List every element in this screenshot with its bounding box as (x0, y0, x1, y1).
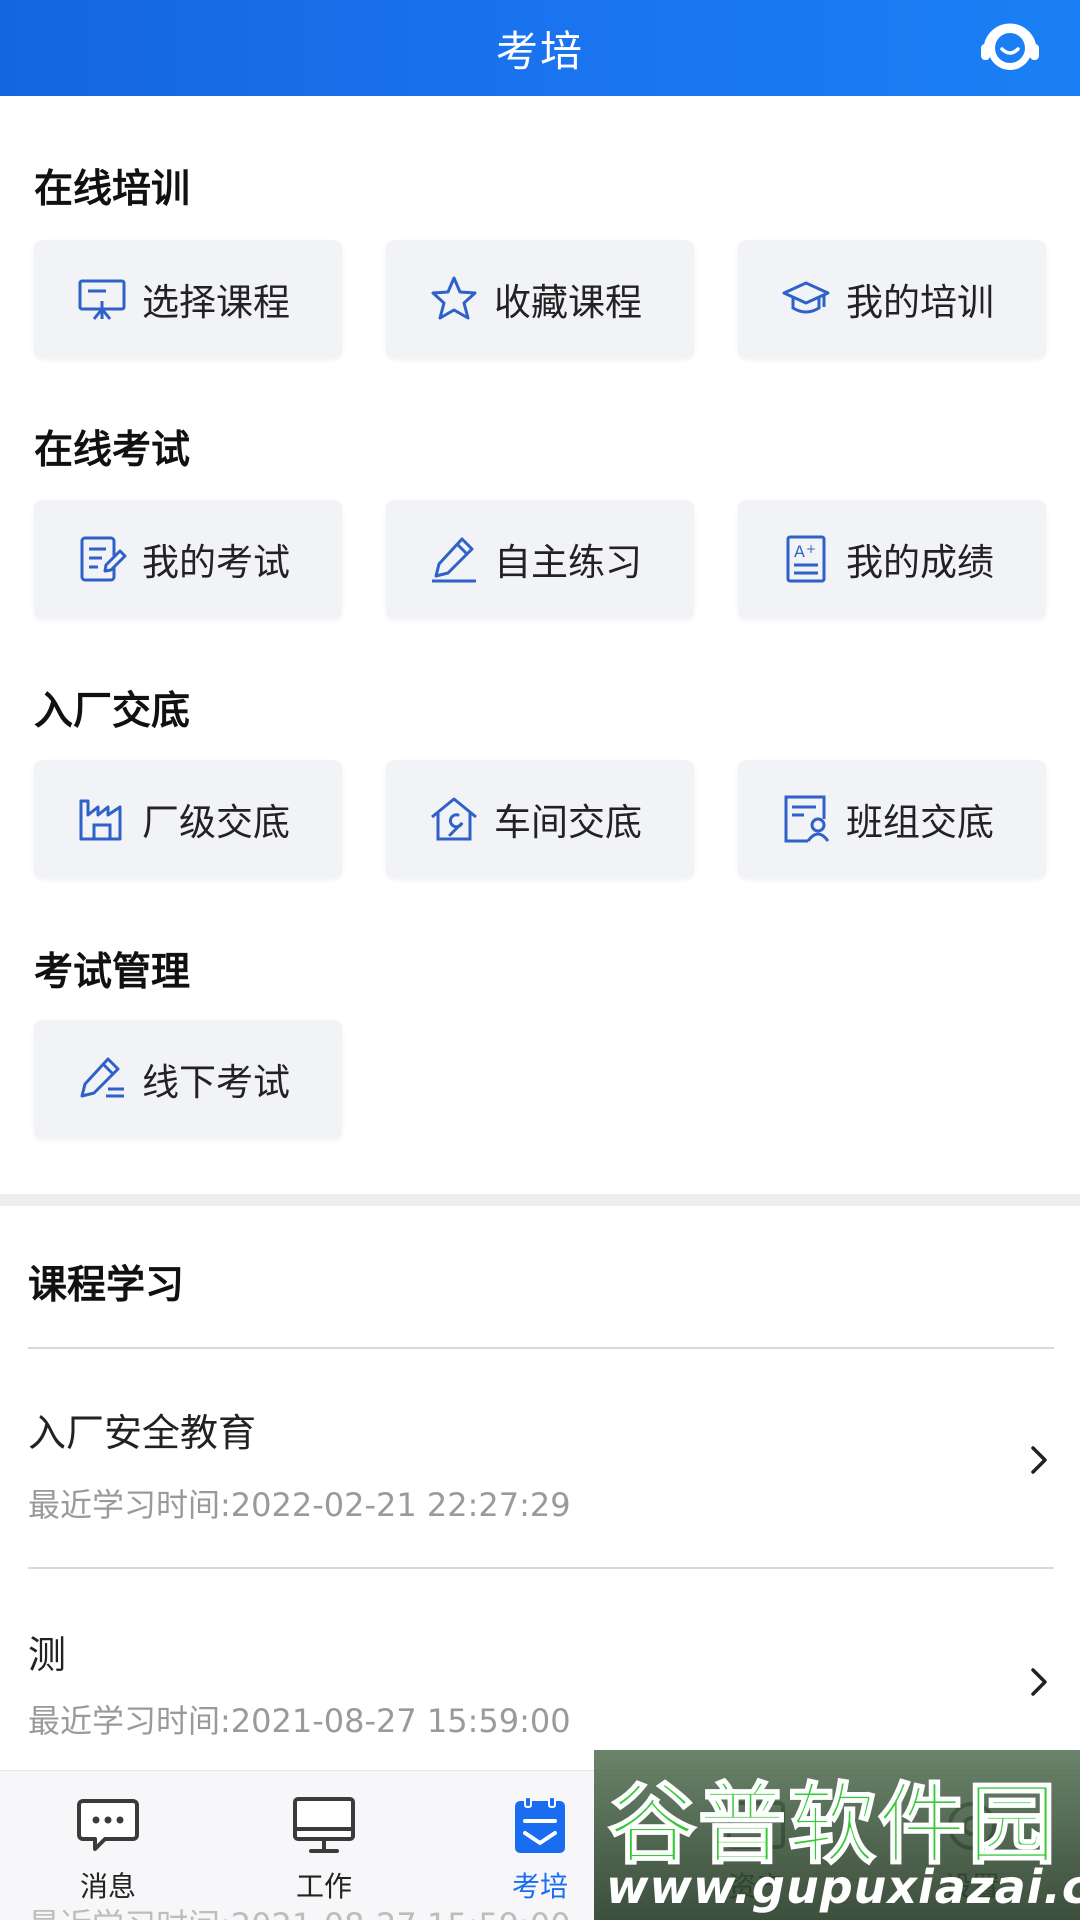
chevron-right-icon (1031, 1668, 1047, 1696)
customer-service-icon[interactable] (978, 16, 1042, 80)
tile-label: 厂级交底 (142, 801, 290, 844)
watermark-url: www.gupuxiazai.com (606, 1860, 1080, 1914)
tile-my-exam[interactable]: 我的考试 (34, 500, 342, 618)
svg-text:A: A (794, 542, 805, 561)
tile-factory-briefing[interactable]: 厂级交底 (34, 760, 342, 878)
tile-select-course[interactable]: 选择课程 (34, 240, 342, 358)
chevron-right-icon (1031, 1446, 1047, 1474)
tile-workshop-briefing[interactable]: 车间交底 (386, 760, 694, 878)
tile-label: 车间交底 (494, 801, 642, 844)
star-icon (431, 276, 477, 320)
pencil-icon (432, 537, 476, 583)
nav-item-messages[interactable]: 消息 (0, 1771, 216, 1920)
tile-label: 班组交底 (846, 801, 994, 844)
factory-icon (79, 799, 122, 841)
graduation-cap-icon (782, 281, 830, 314)
top-bar: 考培 (0, 0, 1080, 96)
tile-label: 自主练习 (494, 541, 642, 584)
section-title-online-training: 在线培训 (34, 167, 191, 212)
tile-self-practice[interactable]: 自主练习 (386, 500, 694, 618)
course-list-item[interactable]: 测 最近学习时间:2021-08-27 15:59:00 (0, 1570, 1080, 1770)
tile-my-grades[interactable]: A + 我的成绩 (738, 500, 1046, 618)
tile-label: 我的成绩 (846, 541, 994, 584)
section-title-entry-briefing: 入厂交底 (34, 689, 191, 734)
nav-label: 工作 (295, 1870, 352, 1903)
monitor-icon (293, 1797, 355, 1853)
course-study-title: 课程学习 (28, 1263, 185, 1308)
section-title-exam-management: 考试管理 (34, 950, 191, 995)
grade-report-icon: A + (786, 535, 826, 583)
course-list-item[interactable]: 入厂安全教育 最近学习时间:2022-02-21 22:27:29 (0, 1350, 1080, 1567)
nav-label: 消息 (79, 1870, 136, 1903)
course-last-study-time: 最近学习时间:2021-08-27 15:59:00 (28, 1702, 571, 1740)
course-name: 入厂安全教育 (28, 1411, 257, 1455)
section-title-online-exam: 在线考试 (34, 428, 191, 473)
nav-item-work[interactable]: 工作 (216, 1771, 432, 1920)
workshop-wrench-icon (431, 797, 477, 841)
tile-label: 收藏课程 (494, 281, 642, 324)
exam-paper-icon (80, 536, 127, 582)
course-last-study-time: 最近学习时间:2022-02-21 22:27:29 (28, 1486, 571, 1524)
tile-label: 线下考试 (142, 1061, 290, 1104)
divider (28, 1567, 1054, 1569)
tile-favorite-course[interactable]: 收藏课程 (386, 240, 694, 358)
nav-label: 考培 (511, 1870, 568, 1903)
clipboard-icon (515, 1796, 565, 1853)
tile-label: 选择课程 (142, 281, 290, 324)
tile-label: 我的培训 (846, 281, 994, 324)
course-name: 测 (28, 1633, 67, 1677)
section-divider (0, 1194, 1080, 1206)
tile-label: 我的考试 (142, 541, 290, 584)
svg-text:+: + (806, 542, 816, 556)
tile-team-briefing[interactable]: 班组交底 (738, 760, 1046, 878)
offline-exam-icon (80, 1057, 124, 1098)
watermark: 谷普软件园 www.gupuxiazai.com (594, 1750, 1080, 1920)
divider (28, 1347, 1054, 1349)
page-title: 考培 (495, 26, 584, 76)
message-icon (77, 1799, 139, 1851)
tile-my-training[interactable]: 我的培训 (738, 240, 1046, 358)
presentation-board-icon (78, 279, 126, 320)
course-last-study-time-peek: 最近学习时间:2021-08-27 15:59:00 (28, 1900, 571, 1920)
tile-offline-exam[interactable]: 线下考试 (34, 1020, 342, 1138)
team-card-icon (784, 795, 830, 843)
